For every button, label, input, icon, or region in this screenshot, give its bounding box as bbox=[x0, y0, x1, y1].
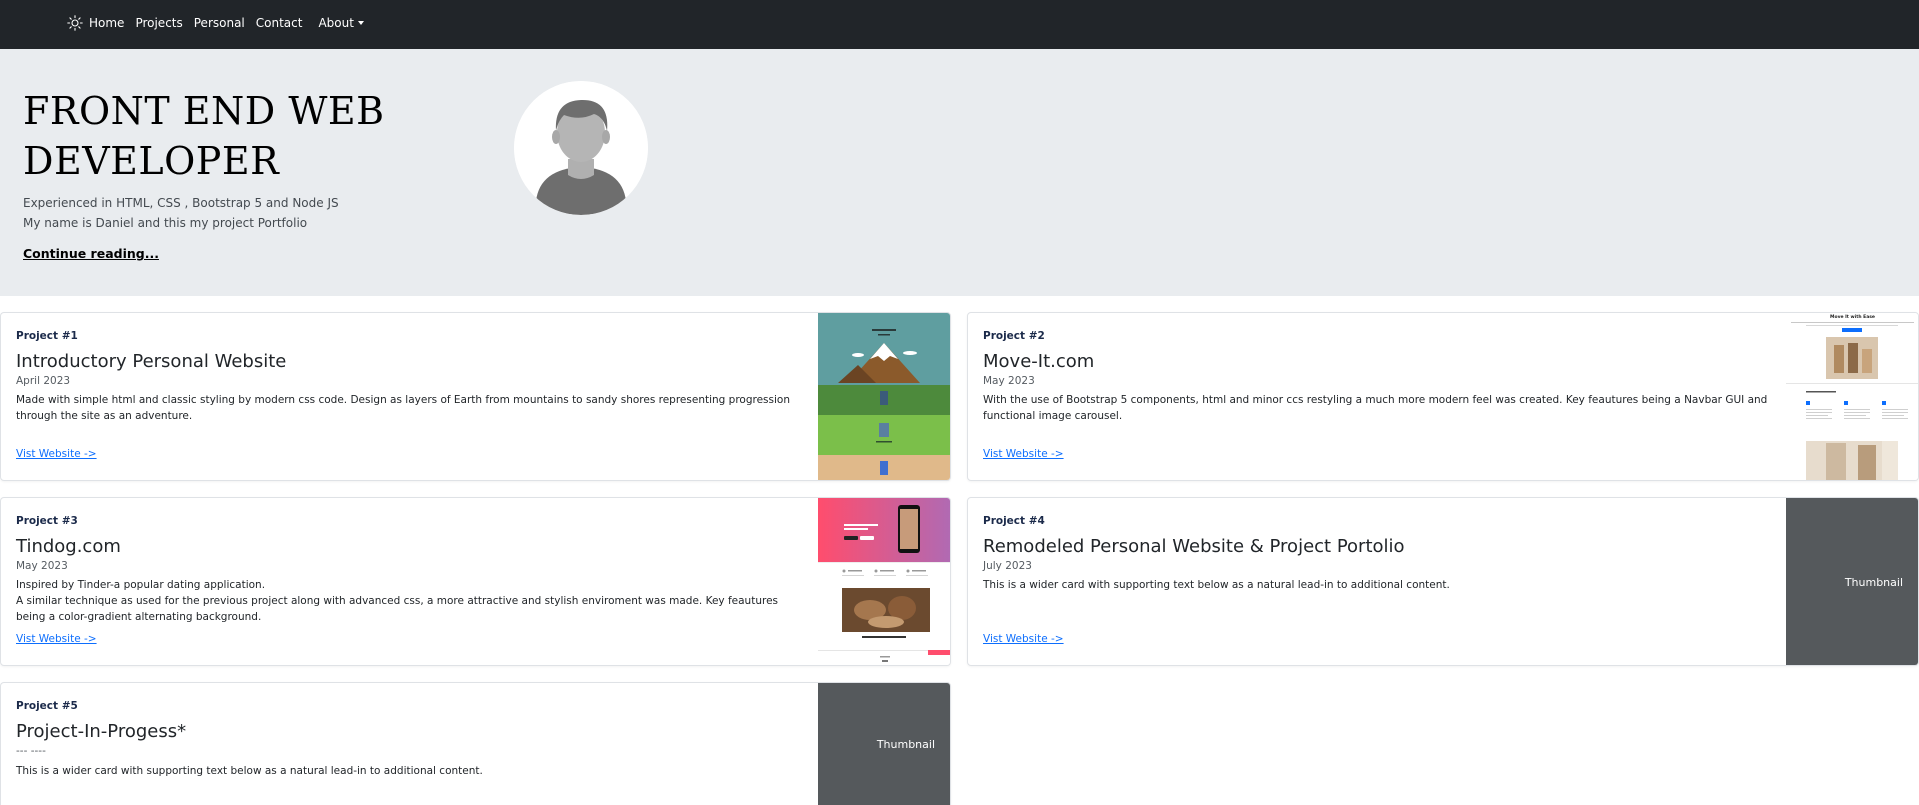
person-avatar-icon bbox=[514, 81, 648, 215]
project-title: Project-In-Progess* bbox=[16, 721, 187, 742]
project-number: Project #5 bbox=[16, 700, 78, 712]
project-number: Project #3 bbox=[16, 515, 78, 527]
project-card-4: Project #4 Remodeled Personal Website & … bbox=[967, 497, 1919, 666]
project-date: --- ---- bbox=[16, 745, 46, 757]
hero-title-line2: DEVELOPER bbox=[23, 139, 280, 183]
project-description: With the use of Bootstrap 5 components, … bbox=[983, 392, 1783, 424]
project-description-line: A similar technique as used for the prev… bbox=[16, 595, 779, 623]
thumbnail-label: Thumbnail bbox=[876, 737, 935, 751]
project-5-thumbnail[interactable]: Thumbnail bbox=[818, 683, 950, 805]
project-description: This is a wider card with supporting tex… bbox=[16, 763, 801, 779]
project-description: This is a wider card with supporting tex… bbox=[983, 577, 1783, 593]
top-navbar: Home Projects Personal Contact About bbox=[0, 0, 1919, 49]
project-card-1: Project #1 Introductory Personal Website… bbox=[0, 312, 951, 481]
nav-contact-link[interactable]: Contact bbox=[256, 16, 303, 30]
hero-title-line1: FRONT END WEB bbox=[23, 89, 385, 133]
project-date: July 2023 bbox=[983, 560, 1032, 572]
project-4-thumbnail[interactable]: Thumbnail bbox=[1786, 498, 1918, 665]
sun-icon[interactable] bbox=[67, 14, 83, 31]
nav-projects-link[interactable]: Projects bbox=[135, 16, 182, 30]
project-description-line: With the use of Bootstrap 5 components, … bbox=[983, 394, 1768, 422]
project-card-5: Project #5 Project-In-Progess* --- ---- … bbox=[0, 682, 951, 805]
project-description: Inspired by Tinder-a popular dating appl… bbox=[16, 577, 801, 625]
visit-website-link[interactable]: Vist Website -> bbox=[983, 633, 1064, 645]
project-1-thumbnail[interactable] bbox=[818, 313, 950, 480]
project-title: Tindog.com bbox=[16, 536, 121, 557]
nav-about-dropdown[interactable]: About bbox=[318, 15, 364, 30]
project-title: Remodeled Personal Website & Project Por… bbox=[983, 536, 1405, 557]
nav-links: Home Projects Personal Contact About bbox=[67, 0, 375, 45]
visit-website-link[interactable]: Vist Website -> bbox=[16, 448, 97, 460]
nav-about-label: About bbox=[318, 15, 354, 30]
caret-down-icon bbox=[357, 20, 364, 25]
project-description-line: Made with simple html and classic stylin… bbox=[16, 394, 790, 422]
project-number: Project #4 bbox=[983, 515, 1045, 527]
nav-personal-link[interactable]: Personal bbox=[194, 16, 245, 30]
project-card-3: Project #3 Tindog.com May 2023 Inspired … bbox=[0, 497, 951, 666]
hero-skills-text: Experienced in HTML, CSS , Bootstrap 5 a… bbox=[23, 196, 339, 210]
project-description-line: This is a wider card with supporting tex… bbox=[16, 765, 483, 777]
project-title: Introductory Personal Website bbox=[16, 351, 287, 372]
hero-banner: FRONT END WEB DEVELOPER Experienced in H… bbox=[0, 49, 1919, 296]
project-3-thumbnail[interactable] bbox=[818, 498, 950, 665]
project-card-2: Project #2 Move-It.com May 2023 With the… bbox=[967, 312, 1919, 481]
project-number: Project #2 bbox=[983, 330, 1045, 342]
visit-website-link[interactable]: Vist Website -> bbox=[16, 633, 97, 645]
continue-reading-link[interactable]: Continue reading... bbox=[23, 246, 159, 261]
visit-website-link[interactable]: Vist Website -> bbox=[983, 448, 1064, 460]
project-description: Made with simple html and classic stylin… bbox=[16, 392, 801, 424]
project-date: May 2023 bbox=[16, 560, 68, 572]
hero-intro-text: My name is Daniel and this my project Po… bbox=[23, 216, 308, 230]
project-description-line: This is a wider card with supporting tex… bbox=[983, 579, 1450, 591]
thumbnail-label: Thumbnail bbox=[1844, 575, 1903, 589]
project-date: May 2023 bbox=[983, 375, 1035, 387]
project-date: April 2023 bbox=[16, 375, 71, 387]
project-title: Move-It.com bbox=[983, 351, 1095, 372]
project-number: Project #1 bbox=[16, 330, 78, 342]
project-2-thumbnail[interactable]: Move It with Ease bbox=[1786, 313, 1918, 480]
nav-home-link[interactable]: Home bbox=[89, 16, 124, 30]
project-description-line: Inspired by Tinder-a popular dating appl… bbox=[16, 579, 266, 591]
hero-title: FRONT END WEB DEVELOPER bbox=[23, 86, 443, 186]
